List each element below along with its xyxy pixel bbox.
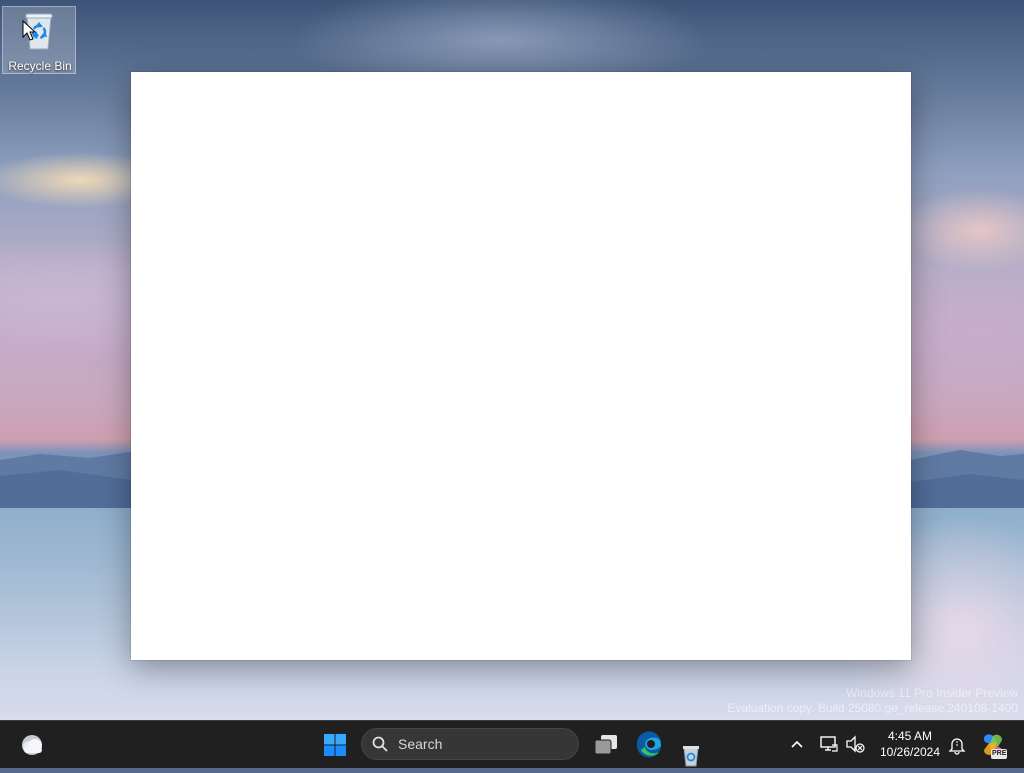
copilot-button[interactable]: PRE xyxy=(978,730,1008,760)
clock-button[interactable]: 4:45 AM 10/26/2024 xyxy=(870,728,950,760)
start-button[interactable] xyxy=(318,728,352,762)
build-watermark: Windows 11 Pro Insider Preview Evaluatio… xyxy=(727,686,1018,716)
recycle-bin-icon xyxy=(683,746,699,767)
search-placeholder: Search xyxy=(398,736,443,752)
task-view-icon xyxy=(594,735,617,755)
watermark-line-1: Windows 11 Pro Insider Preview xyxy=(846,686,1018,700)
volume-button[interactable] xyxy=(844,733,866,755)
volume-muted-icon xyxy=(846,735,865,753)
notification-bell-icon xyxy=(948,738,966,755)
chevron-up-icon xyxy=(791,740,803,748)
copilot-pre-badge: PRE xyxy=(992,750,1007,757)
clock-date: 10/26/2024 xyxy=(879,745,941,759)
edge-icon xyxy=(636,731,661,758)
clock-time: 4:45 AM xyxy=(887,729,933,743)
weather-icon xyxy=(22,735,42,755)
show-hidden-icons-button[interactable] xyxy=(786,733,808,755)
edge-taskbar-button[interactable] xyxy=(632,728,666,762)
network-status-button[interactable] xyxy=(818,733,840,755)
weather-widget-button[interactable] xyxy=(16,729,48,761)
windows-logo-icon xyxy=(324,734,346,756)
network-icon xyxy=(820,736,838,752)
recycle-bin-taskbar-button[interactable] xyxy=(676,730,706,768)
taskbar: Search 4:45 AM 10/26/2024 PRE xyxy=(0,720,1024,768)
taskbar-search-box[interactable]: Search xyxy=(361,728,579,760)
desktop-icon-recycle-bin[interactable]: Recycle Bin xyxy=(2,6,76,74)
watermark-line-2: Evaluation copy. Build 25080.ge_release.… xyxy=(727,701,1018,715)
desktop-icon-label: Recycle Bin xyxy=(8,59,72,73)
notifications-button[interactable] xyxy=(946,734,968,756)
search-icon xyxy=(372,736,388,752)
mouse-cursor-icon xyxy=(22,20,36,41)
blank-app-window[interactable] xyxy=(131,72,911,660)
task-view-button[interactable] xyxy=(590,728,622,762)
